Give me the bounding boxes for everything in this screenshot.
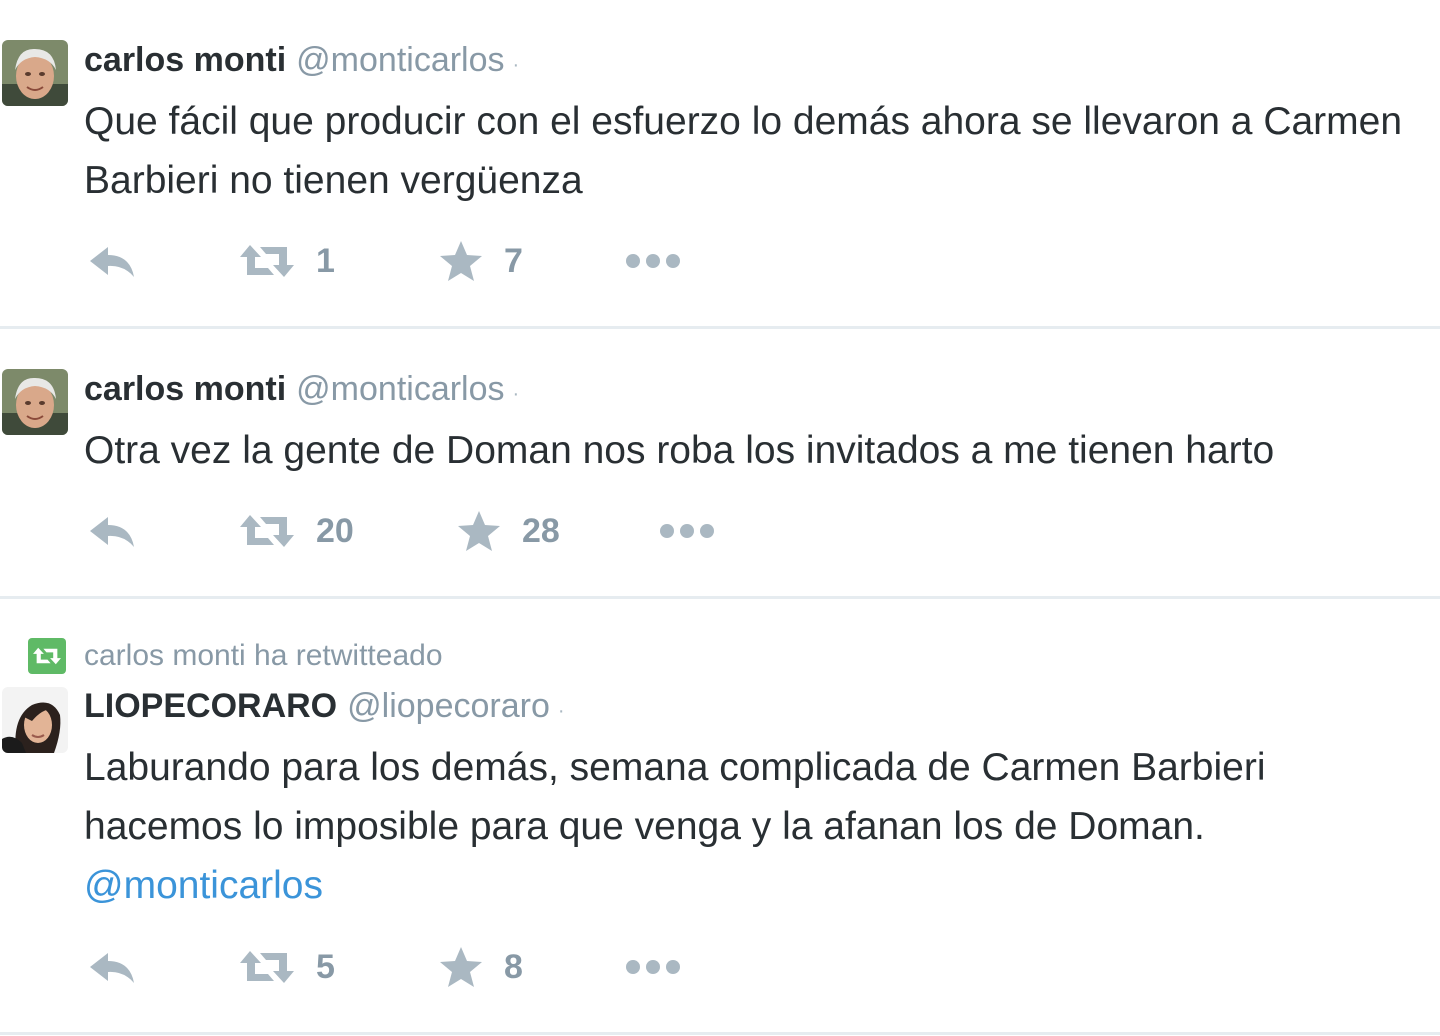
retweet-icon [240,515,294,547]
favorite-button[interactable]: 28 [456,506,560,556]
username-link[interactable]: @monticarlos [296,41,504,79]
tweet-actions: 5 8 [84,942,704,992]
fullname-link[interactable]: LIOPECORARO [84,687,337,725]
tweet-header: carlos monti @monticarlos · [84,40,519,85]
retweet-button[interactable]: 5 [238,942,335,992]
tweet-text-body: Laburando para los demás, semana complic… [84,746,1266,848]
retweet-count: 1 [316,241,335,280]
avatar[interactable] [2,40,68,106]
favorite-count: 8 [504,947,523,986]
tweet-actions: 20 28 [84,506,744,556]
retweet-context: carlos monti ha retwitteado [28,636,443,676]
retweet-icon [240,951,294,983]
separator-dot: · [512,383,520,405]
tweet-text: Otra vez la gente de Doman nos roba los … [84,429,1275,472]
tweet-text: Laburando para los demás, semana complic… [84,738,1429,915]
avatar[interactable] [2,687,68,753]
more-button[interactable] [658,506,716,556]
star-icon [440,241,482,281]
more-button[interactable] [624,236,682,286]
tweet-1[interactable]: carlos monti @monticarlos · Que fácil que … [0,0,1440,326]
retweet-badge-icon [28,638,66,674]
tweet-divider [0,1032,1440,1035]
tweet-header: carlos monti @monticarlos · [84,369,519,414]
retweet-icon [240,245,294,277]
favorite-button[interactable]: 7 [438,236,523,286]
more-dots-icon [660,524,714,538]
more-dots-icon [626,960,680,974]
tweet-text: Que fácil que producir con el esfuerzo l… [84,100,1403,202]
reply-icon [90,517,134,547]
favorite-count: 28 [522,511,560,550]
fullname-link[interactable]: carlos monti [84,370,286,408]
fullname-link[interactable]: carlos monti [84,41,286,79]
reply-icon [90,247,134,277]
retweet-button[interactable]: 20 [238,506,354,556]
username-link[interactable]: @monticarlos [296,370,504,408]
more-button[interactable] [624,942,682,992]
star-icon [440,947,482,987]
tweet-header: LIOPECORARO @liopecoraro · [84,686,565,731]
separator-dot: · [512,54,520,76]
mention-link[interactable]: @monticarlos [84,864,323,907]
username-link[interactable]: @liopecoraro [347,687,550,725]
separator-dot: · [557,700,565,722]
tweet-actions: 1 7 [84,236,704,286]
star-icon [458,511,500,551]
retweet-count: 5 [316,947,335,986]
favorite-count: 7 [504,241,523,280]
tweet-3[interactable]: carlos monti ha retwitteado LIOPECORARO @… [0,599,1440,1036]
reply-icon [90,953,134,983]
favorite-button[interactable]: 8 [438,942,523,992]
reply-button[interactable] [88,506,136,556]
retweet-button[interactable]: 1 [238,236,335,286]
more-dots-icon [626,254,680,268]
tweet-2[interactable]: carlos monti @monticarlos · Otra vez la ge… [0,329,1440,596]
reply-button[interactable] [88,942,136,992]
retweet-count: 20 [316,511,354,550]
avatar[interactable] [2,369,68,435]
retweet-context-text[interactable]: carlos monti ha retwitteado [84,639,443,673]
reply-button[interactable] [88,236,136,286]
